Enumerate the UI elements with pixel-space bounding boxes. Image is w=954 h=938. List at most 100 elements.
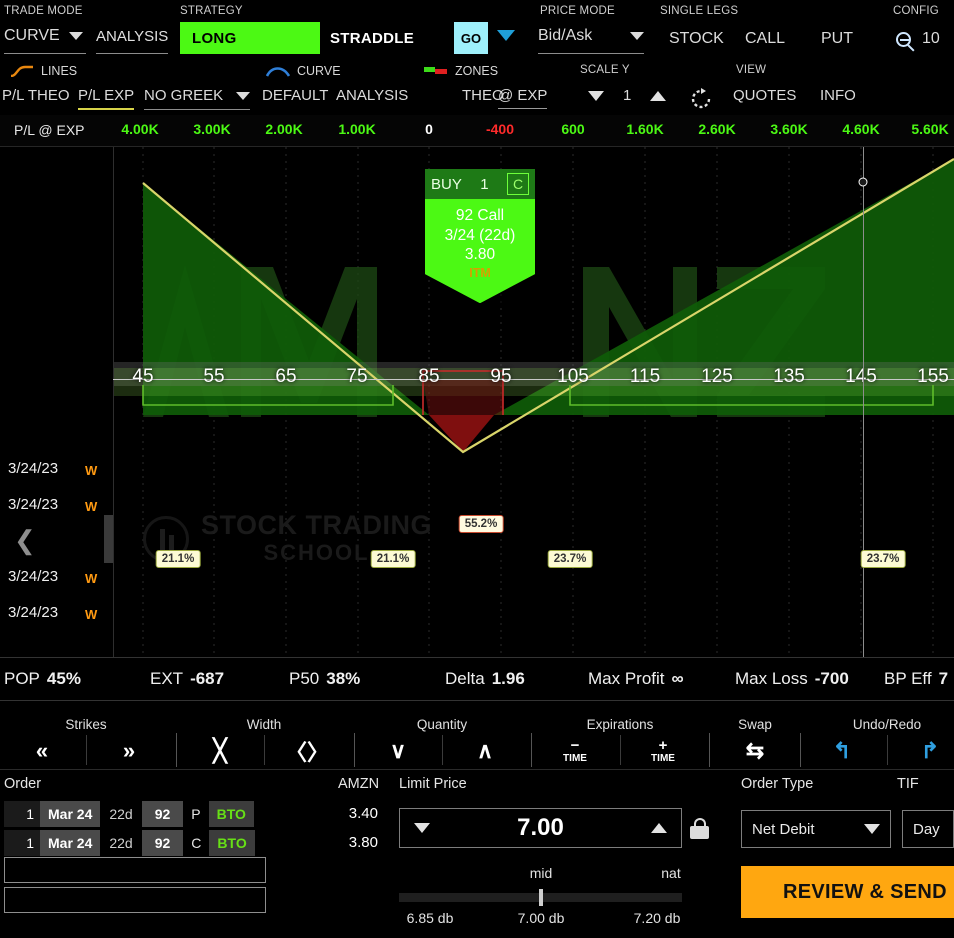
single-leg-stock-button[interactable]: STOCK [669, 24, 724, 54]
trade-mode-select[interactable]: CURVE [4, 24, 86, 54]
stat-label: P50 [289, 669, 320, 688]
expiration-plus-time-button[interactable]: + TIME [651, 737, 675, 765]
sidebar-expiration-date[interactable]: 3/24/23 [8, 496, 58, 513]
leg-action[interactable]: BTO [209, 830, 255, 856]
order-symbol: AMZN [338, 776, 380, 792]
order-leg-row[interactable]: 1 Mar 24 22d 92 P BTO [4, 801, 254, 827]
strategy-name-button[interactable]: STRADDLE [330, 22, 414, 54]
pl-axis-tick: 1.60K [626, 121, 664, 137]
width-widen-button[interactable]: 〈〉 [285, 737, 329, 765]
leg-right[interactable]: P [183, 801, 208, 827]
tab-analysis-curve[interactable]: ANALYSIS [336, 87, 408, 104]
toolbar-button-sublabel: TIME [563, 752, 587, 764]
callout-type[interactable]: C [507, 173, 529, 195]
legend-zones[interactable]: ZONES [424, 64, 498, 78]
tif-value: Day [913, 820, 940, 838]
zones-icon [424, 67, 447, 74]
swap-button[interactable]: ⇆ [746, 737, 764, 765]
zoom-out-button[interactable]: 10 [896, 24, 940, 54]
tif-select[interactable]: Day [902, 810, 954, 848]
toolbar-group-label: Undo/Redo [852, 717, 922, 732]
stat-label: BP Eff [884, 669, 932, 688]
stat-value: -687 [190, 669, 225, 688]
undo-button[interactable]: ↰ [833, 737, 851, 765]
tab-pl-exp[interactable]: P/L EXP [78, 87, 135, 110]
leg-strike[interactable]: 92 [141, 801, 184, 827]
order-type-select[interactable]: Net Debit [741, 810, 891, 848]
payoff-chart[interactable]: STOCK TRADING SCHOOL 45 55 65 75 85 95 105 115 1… [0, 147, 954, 657]
single-leg-call-button[interactable]: CALL [745, 24, 785, 54]
price-slider-thumb[interactable] [539, 889, 543, 906]
limit-price-decrease-icon[interactable] [414, 823, 430, 833]
toolbar-group-label: Expirations [586, 717, 654, 732]
view-quotes-label: QUOTES [733, 87, 797, 104]
sidebar-weekly-badge: W [85, 607, 98, 622]
sidebar-scrollbar[interactable] [104, 515, 113, 563]
review-and-send-button[interactable]: REVIEW & SEND [741, 866, 954, 918]
limit-price-stepper[interactable]: 7.00 [399, 808, 682, 848]
sidebar-expiration-date[interactable]: 3/24/23 [8, 568, 58, 585]
tab-pl-theo[interactable]: P/L THEO [2, 87, 70, 104]
tab-default[interactable]: DEFAULT [262, 87, 328, 104]
stats-bar: POP 45% EXT -687 P50 38% Delta 1.96 Max Profit ∞ M… [0, 657, 954, 701]
callout-header: BUY 1 C [425, 169, 535, 199]
strategy-dropdown-chevron-icon[interactable] [497, 30, 515, 41]
scale-y-increase-button[interactable] [650, 91, 666, 101]
x-axis-tick: 85 [418, 366, 440, 387]
sidebar-weekly-badge: W [85, 499, 98, 514]
order-note-field-2[interactable] [4, 887, 266, 913]
leg-quantity[interactable]: 1 [4, 830, 40, 856]
go-button[interactable]: GO [454, 22, 488, 54]
limit-price-label: Limit Price [399, 776, 467, 792]
single-leg-put-label: PUT [821, 30, 853, 47]
legend-lines[interactable]: LINES [10, 64, 77, 78]
scale-y-decrease-button[interactable] [588, 91, 604, 101]
width-narrow-button[interactable]: ╳ [213, 737, 226, 765]
limit-price-increase-icon[interactable] [651, 823, 667, 833]
crosshair-line[interactable] [863, 147, 864, 657]
leg-expiry[interactable]: Mar 24 [40, 830, 101, 856]
leg-action[interactable]: BTO [208, 801, 254, 827]
price-mode-select[interactable]: Bid/Ask [538, 24, 644, 54]
quantity-down-button[interactable]: ∨ [390, 737, 406, 765]
view-quotes-button[interactable]: QUOTES [733, 87, 796, 104]
callout-moneyness: ITM [469, 265, 491, 280]
leg-callout[interactable]: BUY 1 C 92 Call 3/24 (22d) 3.80 ITM [425, 169, 544, 311]
order-leg-row[interactable]: 1 Mar 24 22d 92 C BTO [4, 830, 255, 856]
chevron-down-icon [68, 32, 83, 40]
single-leg-put-button[interactable]: PUT [821, 24, 853, 54]
leg-strike[interactable]: 92 [141, 830, 184, 856]
pl-axis-tick: -400 [485, 121, 515, 137]
strategy-side-button[interactable]: LONG [180, 22, 320, 54]
legend-zones-label: ZONES [455, 64, 499, 78]
lock-icon[interactable] [690, 818, 709, 839]
chart-plot-area[interactable]: STOCK TRADING SCHOOL 45 55 65 75 85 95 105 115 1… [113, 147, 954, 657]
chevron-left-icon[interactable]: ❮ [14, 527, 36, 553]
legend-curve[interactable]: CURVE [266, 64, 341, 78]
strikes-down-button[interactable]: « [36, 737, 48, 765]
toolbar-group-label: Quantity [416, 717, 468, 732]
sidebar-expiration-date[interactable]: 3/24/23 [8, 604, 58, 621]
expiration-minus-time-button[interactable]: − TIME [563, 737, 587, 765]
leg-right[interactable]: C [183, 830, 209, 856]
payoff-point-marker[interactable] [858, 177, 868, 187]
tab-analysis[interactable]: ANALYSIS [96, 24, 169, 54]
greek-select[interactable]: NO GREEK [144, 87, 250, 110]
reset-scale-button[interactable] [689, 87, 713, 116]
stat-value: 7 [938, 669, 949, 688]
order-note-field-1[interactable] [4, 857, 266, 883]
trade-mode-value: CURVE [4, 27, 60, 44]
redo-button[interactable]: ↱ [921, 737, 939, 765]
tab-at-exp[interactable]: @ EXP [498, 87, 548, 109]
leg-quantity[interactable]: 1 [4, 801, 40, 827]
stat-label: EXT [150, 669, 184, 688]
stat-value: -700 [814, 669, 849, 688]
leg-expiry[interactable]: Mar 24 [40, 801, 101, 827]
sidebar-expiration-date[interactable]: 3/24/23 [8, 460, 58, 477]
strikes-up-button[interactable]: » [123, 737, 135, 765]
tab-pl-theo-label: P/L THEO [2, 87, 70, 104]
quantity-up-button[interactable]: ∧ [477, 737, 493, 765]
stat-ext: EXT -687 [150, 669, 224, 689]
stat-max-loss: Max Loss -700 [735, 669, 849, 689]
view-info-button[interactable]: INFO [820, 87, 856, 104]
